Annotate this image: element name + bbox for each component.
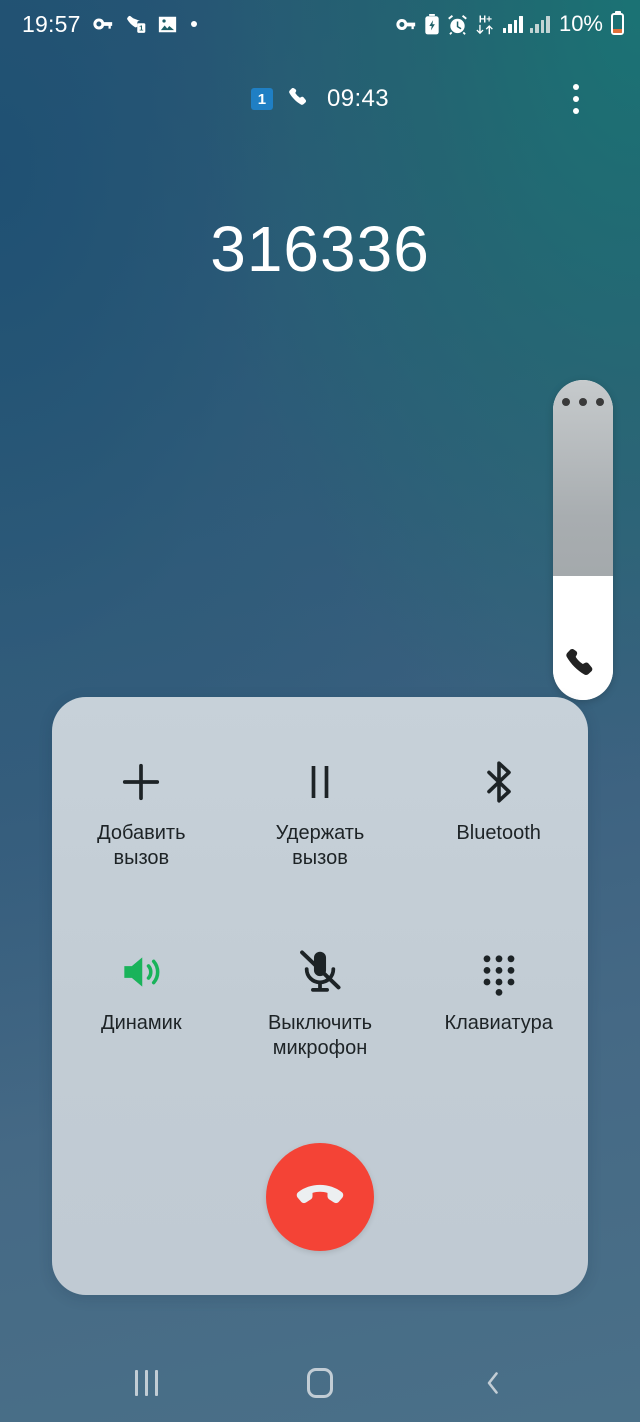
speaker-icon (116, 941, 166, 1003)
phone-handset-icon (289, 87, 307, 105)
call-controls-grid: Добавить вызов Удержать вызов Bluetooth (52, 741, 588, 1081)
edge-panel-call-shortcut[interactable] (553, 576, 613, 700)
end-call-button[interactable] (266, 1143, 374, 1251)
control-button-bluetooth[interactable]: Bluetooth (409, 741, 588, 891)
end-call-icon (291, 1167, 349, 1228)
status-bar-right: H+ 10% (395, 11, 624, 37)
callee-number: 316336 (210, 213, 430, 285)
recents-icon[interactable] (111, 1353, 183, 1413)
battery-saver-icon (425, 13, 439, 34)
call-duration: 09:43 (326, 85, 390, 112)
home-icon[interactable] (284, 1353, 356, 1413)
control-label-hold-call: Удержать вызов (275, 822, 365, 869)
status-bar: 19:57 1 H+ 10% (0, 0, 640, 48)
control-button-speaker[interactable]: Динамик (52, 931, 231, 1081)
battery-percent-label: 10% (558, 11, 603, 36)
control-button-keypad[interactable]: Клавиатура (409, 931, 588, 1081)
vpn-key-icon (92, 18, 112, 30)
mic-off-icon (295, 941, 345, 1003)
svg-text:H+: H+ (479, 15, 492, 26)
signal-sim2-icon (529, 15, 550, 33)
control-button-mute[interactable]: Выключить микрофон (231, 931, 410, 1081)
sim-badge: 1 (250, 88, 273, 110)
status-bar-clock: 19:57 (22, 10, 81, 37)
dialpad-icon (475, 941, 523, 1003)
bluetooth-icon (475, 751, 523, 813)
control-button-hold-call[interactable]: Удержать вызов (231, 741, 410, 891)
call-header: 1 09:43 (0, 76, 640, 122)
battery-icon (611, 13, 624, 35)
overflow-menu-icon[interactable] (556, 76, 596, 122)
dot-indicator-icon (190, 21, 197, 27)
control-label-speaker: Динамик (101, 1012, 182, 1034)
svg-text:1: 1 (139, 23, 144, 32)
android-nav-bar (0, 1344, 640, 1422)
control-button-add-call[interactable]: Добавить вызов (52, 741, 231, 891)
missed-call-icon: 1 (126, 15, 145, 33)
edge-panel-handle-top[interactable] (553, 380, 613, 576)
control-label-keypad: Клавиатура (444, 1012, 553, 1034)
control-label-mute: Выключить микрофон (267, 1012, 373, 1059)
edge-panel-handle[interactable] (553, 380, 613, 700)
more-dots-icon (562, 398, 604, 406)
phone-handset-icon (566, 649, 593, 676)
call-header-inner: 1 09:43 (250, 85, 390, 113)
hplus-data-icon: H+ (476, 15, 493, 35)
end-call-area (52, 1143, 588, 1251)
call-controls-panel: Добавить вызов Удержать вызов Bluetooth (52, 697, 588, 1295)
image-icon (158, 16, 176, 32)
plus-icon (115, 751, 167, 813)
alarm-icon (448, 14, 467, 35)
vpn-key-icon (396, 18, 416, 30)
pause-icon (294, 751, 346, 813)
control-label-bluetooth: Bluetooth (456, 822, 541, 844)
back-icon[interactable] (457, 1353, 529, 1413)
signal-sim1-icon (502, 15, 523, 33)
control-label-add-call: Добавить вызов (97, 822, 186, 869)
status-bar-left: 19:57 1 (22, 11, 197, 38)
